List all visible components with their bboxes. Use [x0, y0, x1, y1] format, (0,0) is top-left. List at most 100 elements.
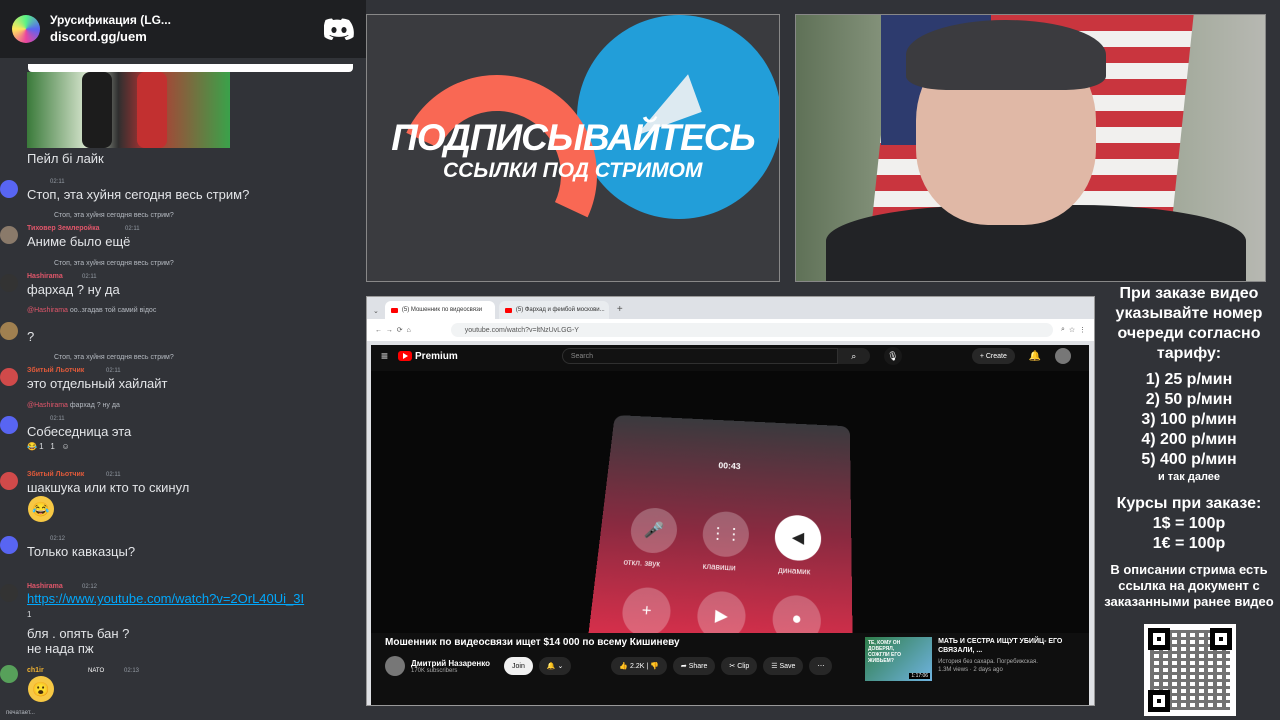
subscribe-bell-button[interactable]: 🔔 ⌄: [538, 657, 572, 675]
message-text: ?: [27, 329, 35, 344]
message-image[interactable]: [27, 72, 230, 148]
thumbs-down-icon[interactable]: 👎: [650, 662, 659, 670]
banner-subtitle: ССЫЛКИ ПОД СТРИМОМ: [443, 159, 703, 182]
account-avatar[interactable]: [1055, 348, 1072, 364]
speaker-icon: ◀: [774, 514, 822, 562]
share-button[interactable]: ➦ Share: [672, 657, 716, 675]
scissors-icon: ✂: [729, 663, 738, 670]
like-button[interactable]: 👍 2.2K | 👎: [611, 657, 667, 675]
timestamp: 02:12: [82, 584, 98, 590]
avatar[interactable]: [0, 416, 18, 434]
tariff-info-panel: При заказе видео указывайте номер очеред…: [1098, 284, 1280, 720]
tariff-item: 4) 200 р/мин: [1141, 431, 1237, 448]
reaction[interactable]: 1: [50, 442, 54, 451]
save-icon: ☰: [771, 663, 780, 670]
youtube-page: ≡ Premium Search ⌕ 🎙 + Create 🔔 00:43 🎤 …: [371, 345, 1089, 705]
username[interactable]: Збитый Льотчик: [27, 471, 84, 478]
microphone-icon[interactable]: 🎙: [883, 347, 902, 365]
avatar[interactable]: [0, 368, 18, 386]
browser-tab[interactable]: (5) Фархад и фембой москови...: [498, 301, 609, 319]
avatar[interactable]: [0, 180, 18, 198]
message-text: шакшука или кто то скинул: [27, 480, 190, 495]
thumbnail-text: ТЕ, КОМУ ОН ДОВЕРЯЛ, СОЖГЛИ ЕГО ЖИВЬЕМ?: [868, 640, 902, 664]
more-actions-button[interactable]: ⋯: [809, 657, 833, 675]
home-icon[interactable]: ⌂: [407, 327, 411, 334]
message-link[interactable]: https://www.youtube.com/watch?v=2OrL40Ui…: [27, 591, 304, 607]
browser-tab[interactable]: (5) Мошенник по видеосвязи: [384, 301, 495, 319]
username[interactable]: Збитый Льотчик: [27, 367, 84, 374]
avatar[interactable]: [0, 472, 18, 490]
username[interactable]: Hashirama: [27, 583, 63, 590]
username[interactable]: Hashirama: [27, 273, 63, 280]
menu-dots-icon[interactable]: ⋮: [1079, 326, 1086, 334]
forward-icon[interactable]: →: [386, 327, 393, 334]
reply-preview[interactable]: Стоп, эта хуйня сегодня весь стрим?: [54, 260, 174, 267]
clip-button[interactable]: ✂ Clip: [721, 657, 758, 675]
save-button[interactable]: ☰ Save: [763, 657, 804, 675]
recommended-video[interactable]: ТЕ, КОМУ ОН ДОВЕРЯЛ, СОЖГЛИ ЕГО ЖИВЬЕМ? …: [865, 637, 1071, 685]
reactions[interactable]: 1: [27, 610, 31, 619]
share-icon: ➦: [680, 663, 689, 670]
hamburger-menu-icon[interactable]: ≡: [381, 349, 388, 363]
reaction[interactable]: ☺: [61, 442, 69, 451]
new-tab-icon[interactable]: +: [617, 304, 623, 315]
timestamp: 02:11: [50, 179, 65, 185]
avatar[interactable]: [0, 226, 18, 244]
rate-item: 1€ = 100р: [1152, 535, 1226, 552]
message-text: Аниме было ещё: [27, 234, 131, 249]
like-count: 2.2K: [630, 662, 645, 670]
avatar[interactable]: [0, 584, 18, 602]
clip-label: Clip: [737, 662, 750, 670]
reply-preview[interactable]: Стоп, эта хуйня сегодня весь стрим?: [54, 354, 174, 361]
avatar[interactable]: [0, 536, 18, 554]
address-bar: ← → ⟳ ⌂ youtube.com/watch?v=ltNzUvLGG-Y …: [367, 319, 1094, 341]
video-duration: 1:17:06: [909, 673, 931, 679]
bookmark-star-icon[interactable]: ☆: [1069, 326, 1075, 334]
qr-code[interactable]: [1144, 624, 1236, 716]
discord-logo-icon: [324, 18, 354, 40]
discord-chat-overlay: Урусификация (LG... discord.gg/uem Пейл …: [0, 0, 366, 720]
avatar[interactable]: [0, 274, 18, 292]
channel-name[interactable]: Дмитрий Назаренко: [411, 659, 490, 668]
tab-search-icon[interactable]: ⌄: [373, 307, 379, 315]
user-badge: NATO: [88, 668, 105, 674]
url-field[interactable]: youtube.com/watch?v=ltNzUvLGG-Y: [450, 323, 1054, 337]
phone-button-label: откл. звук: [623, 557, 661, 569]
thumbs-up-icon: 👍: [619, 663, 631, 670]
reactions[interactable]: 😂 1 1 ☺: [27, 442, 70, 451]
reload-icon[interactable]: ⟳: [397, 326, 403, 334]
timestamp: 02:11: [125, 226, 140, 232]
recommended-stats: 1.3M views · 2 days ago: [938, 667, 1003, 673]
invite-link[interactable]: discord.gg/uem: [50, 28, 324, 46]
image-figure: [82, 72, 112, 148]
laughing-emoji-icon: 😂: [28, 496, 54, 522]
subscribe-banner: ПОДПИСЫВАЙТЕСЬ ССЫЛКИ ПОД СТРИМОМ: [366, 14, 780, 282]
zoom-icon[interactable]: ⌕: [1061, 326, 1065, 334]
reply-preview[interactable]: Стоп, эта хуйня сегодня весь стрим?: [54, 212, 174, 219]
webcam-feed: [795, 14, 1266, 282]
join-button[interactable]: Join: [504, 657, 533, 675]
reaction[interactable]: 1: [27, 610, 31, 619]
video-player[interactable]: 00:43 🎤 ⋮⋮ ◀ откл. звук клавиши динамик …: [371, 371, 1089, 633]
reply-preview[interactable]: @Hashirama оо..згадав той самий відос: [27, 307, 156, 314]
avatar[interactable]: [0, 322, 18, 340]
streamer-hair: [906, 20, 1106, 90]
youtube-premium-logo[interactable]: Premium: [398, 351, 458, 362]
notifications-bell-icon[interactable]: 🔔: [1029, 351, 1041, 362]
banner-title: ПОДПИСЫВАЙТЕСЬ: [391, 117, 755, 158]
recommended-thumbnail[interactable]: ТЕ, КОМУ ОН ДОВЕРЯЛ, СОЖГЛИ ЕГО ЖИВЬЕМ? …: [865, 637, 933, 681]
channel-avatar[interactable]: [385, 656, 405, 676]
recommended-title[interactable]: МАТЬ И СЕСТРА ИЩУТ УБИЙЦ- ЕГО СВЯЗАЛИ, .…: [938, 637, 1071, 655]
username[interactable]: Тиховер Землеройка: [27, 225, 100, 232]
reaction[interactable]: 😂 1: [27, 442, 44, 451]
search-icon[interactable]: ⌕: [837, 348, 870, 364]
avatar[interactable]: [0, 665, 18, 683]
bell-icon: 🔔 ⌄: [546, 663, 564, 670]
create-button[interactable]: + Create: [971, 348, 1015, 364]
reply-preview[interactable]: @Hashirama фархад ? ну да: [27, 402, 120, 409]
tariff-item: 1) 25 р/мин: [1145, 371, 1233, 388]
back-icon[interactable]: ←: [375, 327, 382, 334]
username[interactable]: ch1ir: [27, 667, 44, 674]
youtube-search-input[interactable]: Search: [561, 348, 838, 364]
server-icon[interactable]: [12, 15, 40, 43]
